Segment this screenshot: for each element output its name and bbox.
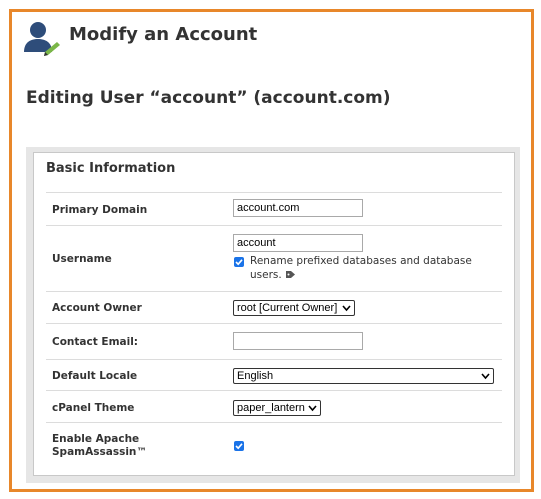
user-edit-icon <box>24 22 60 56</box>
primary-domain-label: Primary Domain <box>52 204 148 216</box>
chevron-down-icon <box>342 305 351 312</box>
spamassassin-checkbox[interactable] <box>234 441 244 451</box>
cpanel-theme-selected: paper_lantern <box>237 402 305 414</box>
default-locale-row: Default Locale English <box>46 359 502 391</box>
account-owner-selected: root [Current Owner] <box>237 302 338 314</box>
cpanel-theme-row: cPanel Theme paper_lantern <box>46 390 502 423</box>
default-locale-selected: English <box>237 370 274 382</box>
rename-databases-checkbox[interactable] <box>234 257 244 267</box>
contact-email-row: Contact Email: <box>46 323 502 360</box>
username-input[interactable]: account <box>233 234 363 252</box>
account-owner-select[interactable]: root [Current Owner] <box>233 300 355 316</box>
spamassassin-row: Enable Apache SpamAssassin™ <box>46 422 502 469</box>
primary-domain-row: Primary Domain account.com <box>46 192 502 226</box>
account-owner-row: Account Owner root [Current Owner] <box>46 291 502 324</box>
chevron-down-icon <box>308 405 317 412</box>
page-title: Modify an Account <box>69 24 258 45</box>
default-locale-select[interactable]: English <box>233 368 494 384</box>
rename-databases-label: Rename prefixed databases and database u… <box>250 254 500 282</box>
spamassassin-label-line2: SpamAssassin™ <box>52 446 147 458</box>
cpanel-theme-label: cPanel Theme <box>52 402 135 414</box>
spamassassin-label: Enable Apache SpamAssassin™ <box>52 433 147 459</box>
cpanel-theme-select[interactable]: paper_lantern <box>233 400 321 416</box>
spamassassin-label-line1: Enable Apache <box>52 433 140 445</box>
chevron-down-icon <box>481 373 490 380</box>
username-row: Username account Rename prefixed databas… <box>46 225 502 292</box>
panel-heading: Basic Information <box>46 161 176 176</box>
account-owner-label: Account Owner <box>52 302 142 314</box>
basic-information-panel: Basic Information Primary Domain account… <box>26 147 520 483</box>
rename-databases-text: Rename prefixed databases and database u… <box>250 255 472 281</box>
modify-account-frame: Modify an Account Editing User “account”… <box>9 9 534 492</box>
tag-icon[interactable] <box>285 270 296 279</box>
username-label: Username <box>52 253 112 265</box>
contact-email-input[interactable] <box>233 332 363 350</box>
basic-information-panel-body: Basic Information Primary Domain account… <box>33 152 515 476</box>
contact-email-label: Contact Email: <box>52 336 138 348</box>
editing-user-subtitle: Editing User “account” (account.com) <box>26 88 391 108</box>
default-locale-label: Default Locale <box>52 370 138 382</box>
primary-domain-input[interactable]: account.com <box>233 199 363 217</box>
